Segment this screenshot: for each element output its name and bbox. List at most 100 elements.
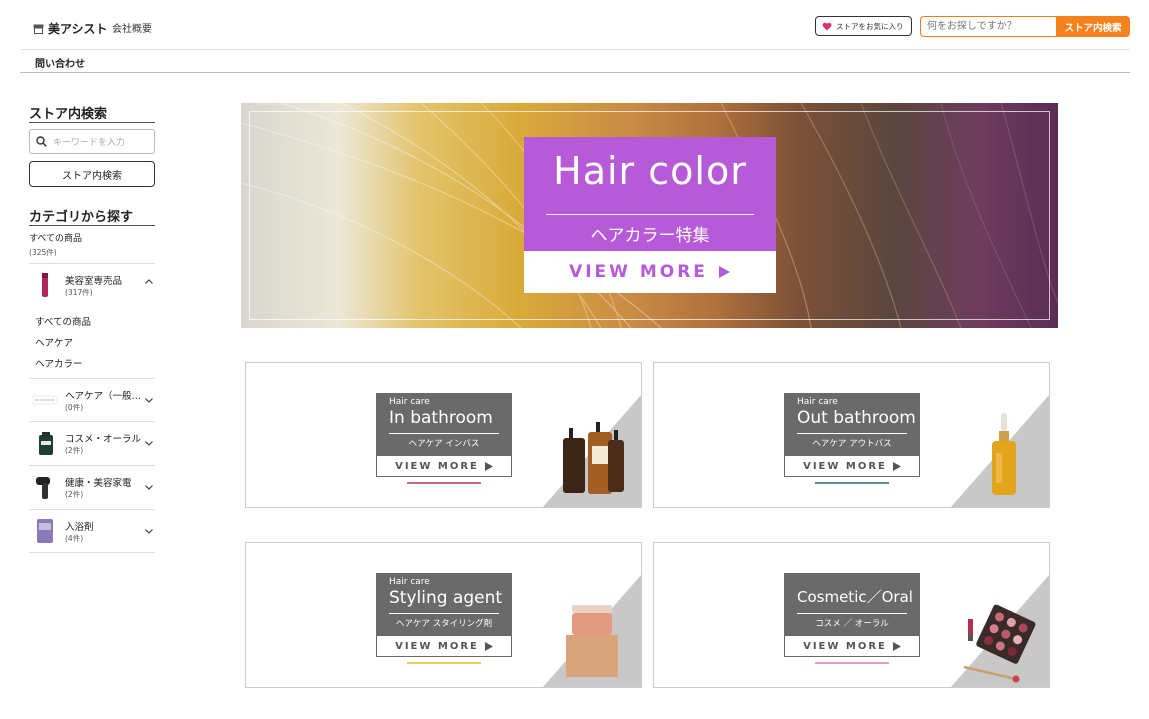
- category-item-salon[interactable]: 美容室専売品 (317件): [29, 263, 155, 306]
- card-underline: [815, 662, 889, 664]
- subcategory-haircare[interactable]: ヘアケア: [35, 335, 73, 349]
- chevron-up-icon[interactable]: [144, 277, 154, 287]
- sidebar-search-input[interactable]: キーワードを入力: [29, 129, 155, 154]
- favorite-label: ストアをお気に入り: [836, 21, 904, 31]
- hero-subtitle: ヘアカラー特集: [590, 226, 710, 246]
- category-all-count: (325件): [29, 248, 57, 257]
- hero-title: Hair color: [553, 149, 747, 193]
- section-divider: [29, 122, 155, 123]
- hair-oil-image: [992, 413, 1016, 495]
- section-divider: [29, 225, 155, 226]
- favorite-store-button[interactable]: ストアをお気に入り: [815, 16, 912, 36]
- cosmetic-thumbnail: [39, 432, 53, 455]
- heart-icon: [822, 22, 832, 30]
- play-triangle-icon: [892, 641, 901, 651]
- card-title: In bathroom: [389, 408, 493, 428]
- hero-view-more-label: VIEW MORE: [569, 262, 708, 282]
- category-item-cosmetic-oral[interactable]: コスメ・オーラル (2件): [29, 421, 155, 464]
- hero-separator: [546, 214, 754, 215]
- play-triangle-icon: [484, 641, 493, 651]
- card-category: Hair care: [797, 397, 838, 407]
- category-name: 美容室専売品: [65, 276, 123, 287]
- salon-product-thumbnail: [42, 273, 48, 297]
- card-category: Hair care: [389, 397, 430, 407]
- category-name: 入浴剤: [65, 522, 94, 533]
- category-count: (4件): [65, 534, 84, 543]
- store-search-title: ストア内検索: [29, 107, 108, 122]
- category-item-haircare-general[interactable]: ヘアケア（一般… (0件): [29, 378, 155, 421]
- category-count: (2件): [65, 446, 84, 455]
- play-triangle-icon: [718, 266, 730, 278]
- category-title: カテゴリから探す: [29, 210, 134, 225]
- eyeshadow-palette-image: [963, 604, 1036, 683]
- category-count: (317件): [65, 288, 93, 297]
- category-name: 健康・美容家電: [65, 478, 132, 489]
- category-card-styling-agent[interactable]: Hair care Styling agent ヘアケア スタイリング剤 VIE…: [245, 542, 642, 688]
- category-card-in-bathroom[interactable]: Hair care In bathroom ヘアケア インバス VIEW MOR…: [245, 362, 642, 508]
- category-name: ヘアケア（一般…: [65, 391, 142, 402]
- search-icon: [36, 136, 47, 147]
- chevron-down-icon[interactable]: [144, 438, 154, 448]
- card-view-more-label: VIEW MORE: [395, 640, 479, 652]
- card-label: Hair care In bathroom ヘアケア インバス VIEW MOR…: [376, 393, 512, 477]
- shop-icon: [33, 24, 44, 34]
- card-label: Cosmetic／Oral コスメ ／ オーラル VIEW MORE: [784, 573, 920, 657]
- card-title: Out bathroom: [797, 408, 916, 428]
- card-view-more-label: VIEW MORE: [395, 460, 479, 472]
- category-card-out-bathroom[interactable]: Hair care Out bathroom ヘアケア アウトバス VIEW M…: [653, 362, 1050, 508]
- bath-salt-thumbnail: [37, 519, 53, 543]
- card-underline: [815, 482, 889, 484]
- nav-divider: [20, 72, 1130, 73]
- header-search-input[interactable]: [920, 16, 1056, 37]
- chevron-down-icon[interactable]: [144, 395, 154, 405]
- category-name: コスメ・オーラル: [65, 434, 142, 445]
- shampoo-bottles-image: [563, 422, 624, 494]
- card-separator: [797, 613, 907, 614]
- hero-overlay[interactable]: Hair color ヘアカラー特集 VIEW MORE: [524, 137, 776, 293]
- contact-link[interactable]: 問い合わせ: [35, 55, 85, 70]
- sidebar-search-button[interactable]: ストア内検索: [29, 161, 155, 187]
- haircare-thumbnail: [32, 395, 58, 405]
- header-divider: [20, 49, 1130, 50]
- card-underline: [407, 482, 481, 484]
- chevron-down-icon[interactable]: [144, 482, 154, 492]
- card-view-more-button[interactable]: VIEW MORE: [784, 635, 920, 657]
- card-view-more-label: VIEW MORE: [803, 640, 887, 652]
- chevron-down-icon[interactable]: [144, 526, 154, 536]
- card-view-more-button[interactable]: VIEW MORE: [376, 635, 512, 657]
- category-card-cosmetic-oral[interactable]: Cosmetic／Oral コスメ ／ オーラル VIEW MORE: [653, 542, 1050, 688]
- appliance-thumbnail: [36, 477, 50, 499]
- card-category: Hair care: [389, 577, 430, 587]
- card-view-more-label: VIEW MORE: [803, 460, 887, 472]
- sidebar-search-placeholder: キーワードを入力: [53, 138, 126, 148]
- card-label: Hair care Styling agent ヘアケア スタイリング剤 VIE…: [376, 573, 512, 657]
- card-view-more-button[interactable]: VIEW MORE: [376, 455, 512, 477]
- card-subtitle: コスメ ／ オーラル: [815, 619, 889, 629]
- styling-jar-image: [566, 605, 618, 677]
- category-all[interactable]: すべての商品 (325件): [29, 231, 82, 258]
- card-title: Cosmetic／Oral: [797, 588, 913, 606]
- header-search-button[interactable]: ストア内検索: [1056, 16, 1130, 37]
- category-item-bath[interactable]: 入浴剤 (4件): [29, 509, 155, 552]
- hero-view-more-button[interactable]: VIEW MORE: [524, 251, 776, 293]
- subcategory-haircolor[interactable]: ヘアカラー: [35, 356, 83, 370]
- category-list-end: [29, 552, 155, 553]
- category-count: (2件): [65, 490, 84, 499]
- brand[interactable]: 美アシスト: [33, 20, 108, 37]
- play-triangle-icon: [484, 461, 493, 471]
- category-item-beauty-appliance[interactable]: 健康・美容家電 (2件): [29, 465, 155, 508]
- category-all-label: すべての商品: [29, 234, 83, 244]
- card-subtitle: ヘアケア アウトバス: [812, 439, 892, 449]
- play-triangle-icon: [892, 461, 901, 471]
- subcategory-all[interactable]: すべての商品: [35, 314, 91, 328]
- card-label: Hair care Out bathroom ヘアケア アウトバス VIEW M…: [784, 393, 920, 477]
- card-separator: [389, 433, 499, 434]
- card-view-more-button[interactable]: VIEW MORE: [784, 455, 920, 477]
- about-link[interactable]: 会社概要: [112, 20, 152, 35]
- category-count: (0件): [65, 403, 84, 412]
- card-subtitle: ヘアケア インバス: [408, 439, 480, 449]
- card-underline: [407, 662, 481, 664]
- card-subtitle: ヘアケア スタイリング剤: [395, 619, 493, 629]
- card-title: Styling agent: [389, 588, 503, 608]
- card-separator: [797, 433, 907, 434]
